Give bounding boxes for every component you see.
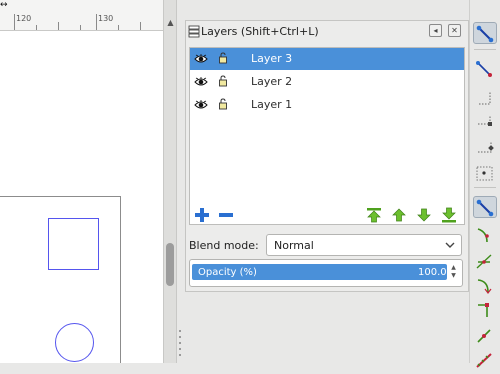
blend-mode-label: Blend mode: — [189, 239, 259, 252]
snap-bbox-edges-icon — [479, 91, 491, 105]
snap-enable-icon — [476, 25, 494, 43]
ruler-minor-tick — [140, 22, 141, 30]
dialog-title: Layers (Shift+Ctrl+L) — [201, 25, 319, 38]
visibility-eye-icon[interactable] — [194, 54, 208, 64]
opacity-value[interactable]: 100.0 — [418, 267, 447, 278]
ruler-minor-tick — [118, 25, 119, 30]
snap-bbox-icon — [476, 61, 492, 77]
snap-bbox-edges-button[interactable] — [473, 85, 497, 107]
ruler-major-tick — [96, 14, 97, 30]
layer-row[interactable]: Layer 3 — [190, 48, 464, 70]
lower-layer-icon[interactable] — [416, 207, 432, 223]
layer-row[interactable]: Layer 2 — [190, 71, 464, 93]
unlocked-padlock-icon[interactable] — [218, 75, 228, 87]
snap-cusp-nodes-button[interactable] — [473, 275, 497, 297]
snap-nodes-icon — [476, 199, 494, 217]
layers-dialog: Layers (Shift+Ctrl+L) ◂ ✕ Layer 3 Layer … — [185, 20, 500, 315]
opacity-spinbox[interactable]: Opacity (%) 100.0 ▲ ▼ — [189, 259, 463, 287]
add-layer-icon[interactable] — [194, 207, 210, 223]
opacity-label: Opacity (%) — [198, 267, 257, 278]
layers-icon — [188, 25, 200, 38]
rectangle-shape[interactable] — [48, 218, 99, 270]
layer-row[interactable]: Layer 1 — [190, 94, 464, 116]
raise-layer-icon[interactable] — [391, 207, 407, 223]
layer-name[interactable]: Layer 2 — [251, 75, 292, 88]
snap-intersections-button[interactable] — [473, 250, 497, 272]
snap-paths-button[interactable] — [473, 224, 497, 246]
collapse-dialog-icon[interactable]: ◂ — [429, 24, 442, 37]
visibility-eye-icon[interactable] — [194, 77, 208, 87]
snap-smooth-nodes-icon — [478, 303, 489, 317]
layer-name[interactable]: Layer 1 — [251, 98, 292, 111]
raise-to-top-icon[interactable] — [366, 207, 382, 223]
ruler-label: 130 — [98, 14, 114, 23]
lower-to-bottom-icon[interactable] — [441, 207, 457, 223]
snap-bbox-button[interactable] — [473, 58, 497, 80]
snap-smooth-nodes-button[interactable] — [473, 299, 497, 321]
scrollbar-thumb[interactable] — [166, 243, 174, 286]
drawing-canvas[interactable]: 120 130 ↔ — [0, 0, 163, 363]
layer-name[interactable]: Layer 3 — [251, 52, 292, 65]
chevron-down-icon — [445, 242, 455, 248]
ruler-minor-tick — [36, 25, 37, 30]
snap-controls-bar — [469, 0, 500, 368]
snap-intersections-icon — [476, 254, 492, 269]
snap-bbox-center-icon — [476, 166, 493, 181]
opacity-spinner-arrows-icon[interactable]: ▲ ▼ — [449, 264, 458, 282]
snap-cusp-nodes-icon — [477, 279, 492, 294]
snap-nodes-button[interactable] — [473, 196, 497, 218]
snap-midpoints-button[interactable] — [473, 325, 497, 347]
scroll-up-arrow-icon[interactable]: ▲ — [165, 18, 176, 28]
remove-layer-icon[interactable] — [218, 207, 234, 223]
snap-bbox-midpoints-icon — [478, 142, 494, 153]
close-dialog-icon[interactable]: ✕ — [448, 24, 461, 37]
snap-enable-button[interactable] — [473, 22, 497, 44]
snap-bbox-center-button[interactable] — [473, 162, 497, 184]
horizontal-ruler[interactable]: 120 130 — [0, 0, 163, 31]
layers-dialog-titlebar[interactable]: Layers (Shift+Ctrl+L) ◂ ✕ — [186, 21, 468, 43]
toolbar-separator — [474, 187, 496, 188]
blend-mode-value: Normal — [274, 239, 314, 252]
dock-resize-handle[interactable] — [178, 330, 182, 360]
ruler-minor-tick — [58, 22, 59, 30]
layer-list[interactable]: Layer 3 Layer 2 Layer 1 — [189, 47, 465, 225]
ruler-corner-icon: ↔ — [0, 0, 8, 10]
unlocked-padlock-icon[interactable] — [218, 98, 228, 110]
toolbar-separator — [474, 49, 496, 50]
visibility-eye-icon[interactable] — [194, 100, 208, 110]
snap-paths-icon — [477, 228, 489, 243]
vertical-scrollbar[interactable]: ▲ — [163, 0, 177, 363]
snap-bbox-corners-icon — [478, 115, 492, 126]
snap-path-midpoints-button[interactable] — [473, 349, 497, 371]
ruler-minor-tick — [80, 25, 81, 30]
snap-midpoints-icon — [477, 329, 491, 343]
blend-mode-select[interactable]: Normal — [266, 234, 462, 256]
snap-path-midpoints-icon — [476, 353, 492, 368]
ruler-label: 120 — [16, 14, 32, 23]
ruler-major-tick — [14, 14, 15, 30]
unlocked-padlock-icon[interactable] — [218, 52, 228, 64]
snap-bbox-midpoints-button[interactable] — [473, 137, 497, 159]
snap-bbox-corners-button[interactable] — [473, 111, 497, 133]
circle-shape[interactable] — [55, 323, 94, 362]
